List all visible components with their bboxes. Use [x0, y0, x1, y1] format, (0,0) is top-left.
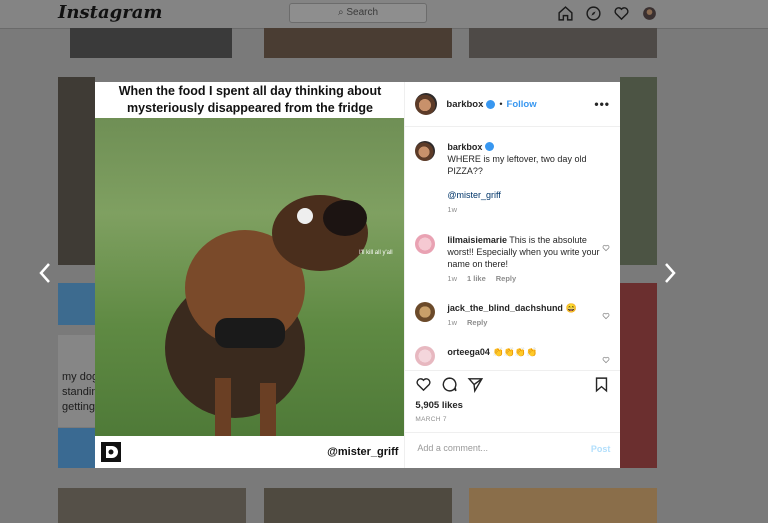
top-navigation-bar: Instagram ⌕ Search	[0, 0, 768, 29]
commenter-avatar[interactable]	[415, 234, 436, 254]
feed-tile[interactable]	[58, 488, 246, 523]
comment-body: lilmaisiemarie This is the absolute wors…	[447, 234, 610, 270]
feed-tile[interactable]	[58, 428, 95, 468]
comments-list[interactable]: barkbox WHERE is my leftover, two day ol…	[405, 127, 620, 370]
comment-item: orteega04 👏👏👏👏	[415, 346, 610, 366]
comment-item: lilmaisiemarie This is the absolute wors…	[415, 234, 610, 283]
save-bookmark-icon[interactable]	[593, 376, 610, 393]
follow-button[interactable]: Follow	[507, 99, 537, 110]
feed-tile[interactable]	[469, 488, 657, 523]
comment-reply-button[interactable]: Reply	[467, 318, 487, 327]
caption-comment: barkbox WHERE is my leftover, two day ol…	[415, 141, 610, 214]
comment-meta: 1w 1 like Reply	[447, 274, 610, 283]
comment-body: jack_the_blind_dachshund 😄	[447, 302, 610, 314]
commenter-avatar[interactable]	[415, 302, 436, 322]
add-comment-bar: Post	[405, 432, 621, 469]
comment-time: 1w	[447, 274, 457, 283]
comment-text: 😄	[565, 303, 577, 313]
feed-tile[interactable]	[70, 28, 232, 58]
media-handle: @mister_griff	[327, 446, 399, 458]
post-actions	[415, 376, 610, 398]
like-heart-icon[interactable]	[415, 376, 432, 393]
feed-tile[interactable]	[620, 283, 657, 468]
post-modal: When the food I spent all day thinking a…	[95, 82, 621, 469]
dog-photo	[95, 118, 405, 436]
comment-body: orteega04 👏👏👏👏	[447, 346, 610, 358]
feed-tile[interactable]	[58, 77, 95, 265]
feed-tile[interactable]	[264, 488, 452, 523]
barkbox-logo-icon	[101, 442, 121, 462]
caption-time: 1w	[447, 205, 457, 214]
separator-dot: •	[499, 99, 503, 109]
post-date: MARCH 7	[415, 416, 447, 423]
comment-meta: 1w Reply	[447, 318, 610, 327]
home-icon[interactable]	[557, 5, 574, 22]
author-username[interactable]: barkbox	[446, 99, 483, 110]
comment-username[interactable]: lilmaisiemarie	[447, 235, 507, 245]
comment-like-heart-icon[interactable]	[602, 312, 610, 320]
instagram-logo[interactable]: Instagram	[58, 2, 162, 23]
caption-text: WHERE is my leftover, two day old PIZZA?…	[447, 154, 587, 176]
previous-arrow-icon[interactable]	[38, 262, 52, 284]
nav-icons	[557, 5, 658, 22]
caption-username[interactable]: barkbox	[447, 142, 482, 152]
verified-badge-icon	[485, 142, 495, 151]
comment-like-heart-icon[interactable]	[602, 356, 610, 364]
comment-time: 1w	[447, 318, 457, 327]
like-count[interactable]: 5,905 likes	[415, 400, 463, 411]
search-placeholder: Search	[346, 7, 379, 18]
post-header: barkbox • Follow •••	[405, 82, 620, 127]
comment-reply-button[interactable]: Reply	[496, 274, 516, 283]
explore-icon[interactable]	[585, 5, 602, 22]
feed-tile[interactable]	[264, 28, 452, 58]
profile-avatar-icon[interactable]	[641, 5, 658, 22]
more-options-icon[interactable]: •••	[594, 97, 610, 111]
divider	[405, 370, 621, 371]
feed-tile[interactable]	[620, 77, 657, 265]
share-send-icon[interactable]	[467, 376, 484, 393]
post-media[interactable]: When the food I spent all day thinking a…	[95, 82, 405, 468]
comment-username[interactable]: jack_the_blind_dachshund	[447, 303, 563, 313]
next-arrow-icon[interactable]	[663, 262, 677, 284]
caption-mention[interactable]: @mister_griff	[447, 190, 500, 200]
comment-username[interactable]: orteega04	[447, 347, 490, 357]
caption-avatar[interactable]	[415, 141, 436, 161]
comment-text: 👏👏👏👏	[492, 347, 538, 357]
comment-bubble-icon[interactable]	[441, 376, 458, 393]
dog-speech-caption: I'll kill all y'all	[359, 250, 393, 256]
dog-illustration	[165, 195, 368, 436]
author-avatar[interactable]	[415, 93, 438, 115]
activity-heart-icon[interactable]	[613, 5, 630, 22]
verified-badge-icon	[486, 99, 496, 109]
feed-tile[interactable]	[58, 283, 95, 325]
commenter-avatar[interactable]	[415, 346, 436, 366]
feed-tile[interactable]	[469, 28, 657, 58]
meme-headline: When the food I spent all day thinking a…	[95, 82, 405, 119]
comment-likes[interactable]: 1 like	[467, 274, 486, 283]
post-comment-button[interactable]: Post	[591, 444, 611, 454]
comment-like-heart-icon[interactable]	[602, 244, 610, 252]
search-input[interactable]: ⌕ Search	[289, 3, 427, 23]
caption-body: barkbox WHERE is my leftover, two day ol…	[447, 141, 610, 201]
comment-item: jack_the_blind_dachshund 😄 1w Reply	[415, 302, 610, 327]
post-sidebar: barkbox • Follow ••• barkbox WHERE is my…	[404, 82, 621, 469]
add-comment-input[interactable]	[415, 442, 570, 454]
